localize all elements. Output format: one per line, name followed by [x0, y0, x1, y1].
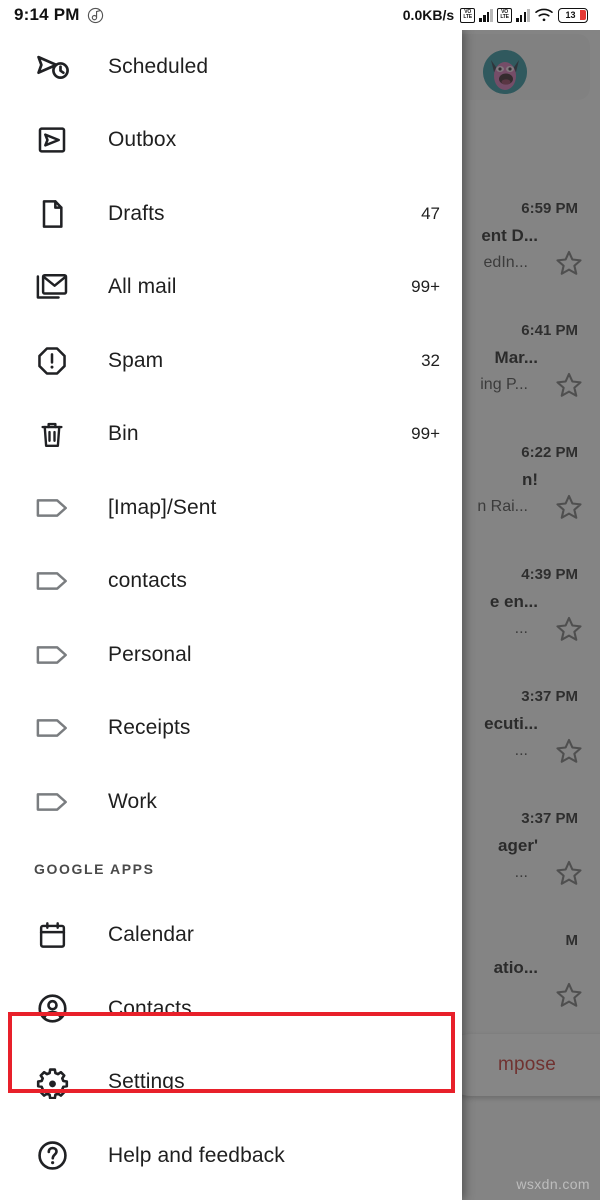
drawer-item-drafts[interactable]: Drafts 47 — [0, 177, 462, 251]
navigation-drawer: Scheduled Outbox Drafts 47 All mail 99+ Spam 32… — [0, 30, 462, 1200]
drawer-item-label: contacts — [108, 569, 188, 593]
drawer-item-label: Contacts — [108, 996, 192, 1020]
drawer-item-help-and-feedback[interactable]: Help and feedback — [0, 1119, 462, 1193]
label-icon — [34, 490, 70, 526]
drawer-item-count: 99+ — [411, 277, 440, 297]
drawer-item-scheduled[interactable]: Scheduled — [0, 30, 462, 104]
drawer-item-label: Help and feedback — [108, 1143, 285, 1167]
label-icon — [34, 784, 70, 820]
drawer-item-list: Scheduled Outbox Drafts 47 All mail 99+ Spam 32… — [0, 30, 462, 1193]
outbox-icon — [34, 122, 70, 158]
volte-icon-sim2: VO LTE — [497, 7, 513, 23]
signal-bars-sim1 — [479, 8, 494, 22]
music-note-icon — [87, 7, 103, 23]
status-bar-left: 9:14 PM — [0, 5, 104, 25]
drawer-item-personal[interactable]: Personal — [0, 618, 462, 692]
status-clock: 9:14 PM — [14, 5, 80, 24]
drawer-item-label: Drafts — [108, 201, 165, 225]
status-bar: 9:14 PM 0.0KB/s VO LTE VO LTE 13 — [0, 0, 600, 30]
drawer-item-calendar[interactable]: Calendar — [0, 899, 462, 973]
drawer-item-outbox[interactable]: Outbox — [0, 104, 462, 178]
drawer-item-label: Scheduled — [108, 54, 209, 78]
spam-icon — [34, 343, 70, 379]
drawer-item-label: All mail — [108, 275, 177, 299]
drawer-item-imap-sent[interactable]: [Imap]/Sent — [0, 471, 462, 545]
phone-screen: 6:59 PMent D...edIn...6:41 PMMar...ing P… — [0, 0, 600, 1200]
volte-icon-sim1: VO LTE — [460, 7, 476, 23]
wifi-icon — [535, 8, 553, 22]
status-bar-right: 0.0KB/s VO LTE VO LTE 13 — [403, 7, 600, 23]
drawer-item-bin[interactable]: Bin 99+ — [0, 398, 462, 472]
drawer-item-contacts[interactable]: Contacts — [0, 972, 462, 1046]
drawer-item-label: Spam — [108, 348, 164, 372]
contacts-icon — [34, 991, 70, 1027]
bin-icon — [34, 416, 70, 452]
drawer-item-label: Outbox — [108, 128, 177, 152]
help-icon — [34, 1138, 70, 1174]
drawer-item-receipts[interactable]: Receipts — [0, 692, 462, 766]
drawer-item-label: Calendar — [108, 923, 195, 947]
drawer-item-work[interactable]: Work — [0, 765, 462, 839]
google-apps-section-header: GOOGLE APPS — [34, 860, 155, 877]
drawer-item-label: Receipts — [108, 716, 191, 740]
drawer-item-label: Bin — [108, 422, 139, 446]
label-icon — [34, 563, 70, 599]
label-icon — [34, 637, 70, 673]
drawer-item-label: Work — [108, 789, 158, 813]
drawer-item-all-mail[interactable]: All mail 99+ — [0, 251, 462, 325]
drawer-item-settings[interactable]: Settings — [0, 1046, 462, 1120]
battery-level: 13 — [565, 10, 576, 20]
drawer-item-label: Settings — [108, 1070, 185, 1094]
drawer-item-label: Personal — [108, 642, 192, 666]
gear-icon — [34, 1064, 70, 1100]
label-icon — [34, 710, 70, 746]
drawer-item-count: 32 — [421, 350, 440, 370]
drawer-item-count: 99+ — [411, 424, 440, 444]
network-speed: 0.0KB/s — [402, 7, 455, 23]
drawer-item-label: [Imap]/Sent — [108, 495, 217, 519]
watermark: wsxdn.com — [516, 1176, 590, 1192]
drafts-icon — [34, 196, 70, 232]
signal-bars-sim2 — [516, 8, 530, 22]
drawer-item-count: 47 — [421, 203, 440, 223]
drawer-item-spam[interactable]: Spam 32 — [0, 324, 462, 398]
drawer-item-contacts[interactable]: contacts — [0, 545, 462, 619]
scheduled-icon — [34, 49, 70, 85]
calendar-icon — [34, 917, 70, 953]
all-mail-icon — [34, 269, 70, 305]
battery-icon: 13 — [558, 7, 588, 23]
